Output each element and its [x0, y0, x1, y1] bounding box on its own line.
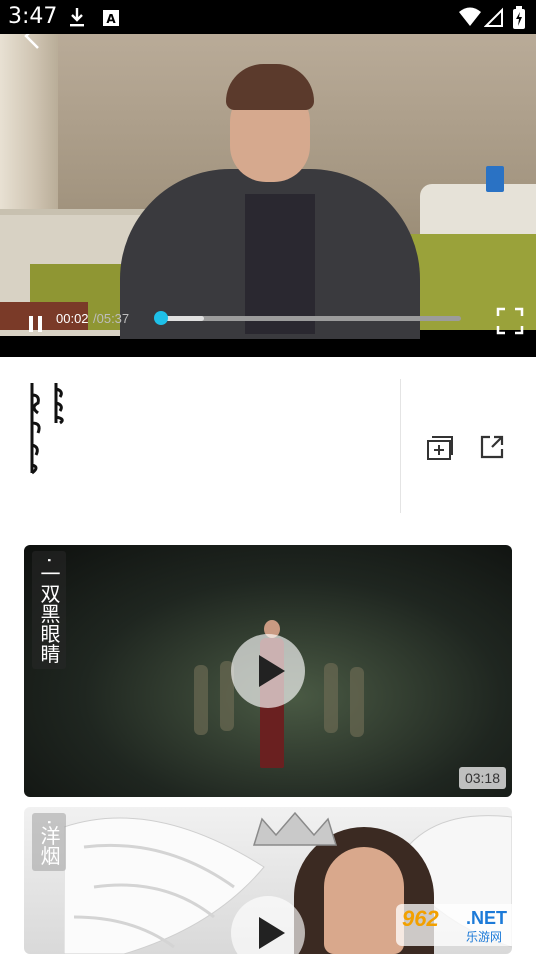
watermark-subtitle: 乐游网 — [466, 930, 503, 944]
video-duration: 03:18 — [458, 767, 506, 789]
play-button[interactable] — [231, 634, 305, 708]
video-card[interactable]: ·一双黑眼睛 03:18 — [24, 545, 512, 797]
watermark-domain: .NET — [466, 908, 508, 928]
video-title-text: ·洋烟 — [37, 819, 61, 866]
scene-cup — [486, 166, 504, 192]
status-bar: 3:47 A — [0, 0, 536, 34]
woman-face — [324, 847, 404, 954]
scene-person-hair — [226, 64, 314, 110]
download-icon — [70, 8, 84, 27]
share-icon[interactable] — [478, 433, 506, 461]
battery-icon — [513, 6, 525, 29]
total-time: /05:37 — [93, 311, 130, 326]
video-frame — [0, 34, 536, 339]
video-title: ·一双黑眼睛 — [32, 551, 66, 670]
mongolian-title — [30, 383, 64, 475]
video-player[interactable]: 00:02 /05:37 — [0, 34, 536, 357]
text-a-icon: A — [103, 10, 119, 26]
video-title: ·洋烟 — [32, 813, 66, 872]
signal-icon — [484, 7, 503, 27]
site-watermark: 962 .NET 乐游网 — [396, 900, 530, 950]
fullscreen-icon[interactable] — [496, 307, 524, 335]
back-icon[interactable] — [18, 34, 46, 50]
background-dancer — [350, 667, 364, 737]
background-dancer — [194, 665, 208, 735]
seek-bar[interactable] — [159, 316, 461, 321]
current-time: 00:02 — [56, 311, 89, 326]
watermark-number: 962 — [402, 906, 439, 931]
video-title-text: ·一双黑眼睛 — [37, 557, 61, 664]
seek-thumb[interactable] — [154, 311, 168, 325]
background-dancer — [324, 663, 338, 733]
wifi-icon — [459, 7, 481, 26]
pause-icon[interactable] — [26, 314, 46, 334]
video-info — [0, 357, 536, 527]
add-to-collection-icon[interactable] — [426, 435, 454, 463]
svg-text:A: A — [106, 12, 116, 26]
player-controls: 00:02 /05:37 — [0, 304, 536, 335]
info-divider — [400, 379, 401, 513]
crown — [252, 811, 338, 846]
status-time: 3:47 — [8, 4, 58, 29]
